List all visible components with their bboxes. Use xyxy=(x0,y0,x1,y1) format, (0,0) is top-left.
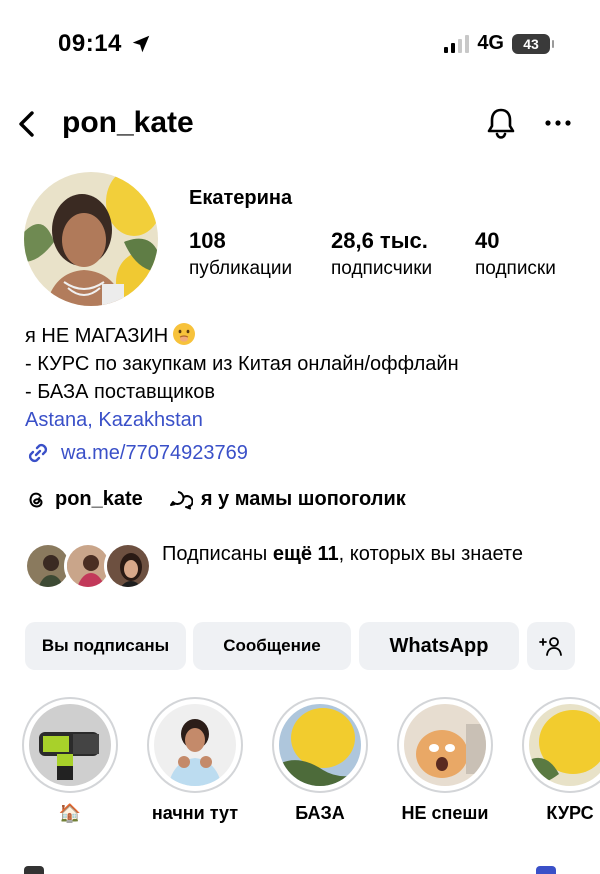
stat-following-label: подписки xyxy=(475,258,556,279)
highlight-cover xyxy=(404,704,486,786)
threads-and-channel-row: pon_kate я у мамы шопоголик xyxy=(25,488,406,511)
mutual-prefix: Подписаны xyxy=(162,543,268,565)
tab-bar-edge xyxy=(24,866,44,874)
stat-following[interactable]: 40 подписки xyxy=(475,228,556,280)
threads-handle[interactable]: pon_kate xyxy=(55,488,143,511)
header-username: pon_kate xyxy=(62,106,194,139)
highlight-dont-rush[interactable]: НЕ спеши xyxy=(397,697,493,824)
highlight-cover xyxy=(154,704,236,786)
battery-level: 43 xyxy=(523,35,539,52)
mutual-followers-text: Подписаны ещё 11, которых вы знаете xyxy=(162,540,562,568)
network-type: 4G xyxy=(477,32,504,54)
profile-link[interactable]: wa.me/77074923769 xyxy=(25,440,248,466)
status-bar: 09:14 4G 43 xyxy=(0,0,600,90)
profile-avatar[interactable] xyxy=(24,172,158,306)
shushing-face-emoji-icon xyxy=(173,323,196,345)
highlight-cover xyxy=(29,704,111,786)
channel-name[interactable]: я у мамы шопоголик xyxy=(201,488,406,511)
message-button[interactable]: Сообщение xyxy=(193,622,351,670)
stat-posts[interactable]: 108 публикации xyxy=(189,228,292,280)
highlight-label: начни тут xyxy=(151,803,239,823)
profile-display-name: Екатерина xyxy=(189,187,293,209)
highlight-start-here[interactable]: начни тут xyxy=(147,697,243,824)
highlight-ring xyxy=(147,697,243,793)
link-icon xyxy=(28,443,48,463)
profile-location[interactable]: Astana, Kazakhstan xyxy=(25,406,459,434)
profile-header: pon_kate xyxy=(0,100,600,150)
broadcast-channel-icon xyxy=(169,490,193,509)
status-time: 09:14 xyxy=(58,30,122,57)
profile-link-text: wa.me/77074923769 xyxy=(61,441,248,464)
add-person-icon xyxy=(539,637,562,656)
following-button[interactable]: Вы подписаны xyxy=(25,622,186,670)
highlight-label: КУРС xyxy=(546,803,594,823)
highlight-label: БАЗА xyxy=(295,803,345,823)
bio-line-1: я НЕ МАГАЗИН xyxy=(25,322,459,350)
mutual-count: ещё 11 xyxy=(272,543,339,565)
stat-posts-label: публикации xyxy=(189,258,293,279)
location-arrow-icon xyxy=(132,35,150,53)
back-chevron-icon[interactable] xyxy=(10,106,46,142)
highlight-label: 🏠 xyxy=(58,803,82,823)
highlight-base[interactable]: БАЗА xyxy=(272,697,368,824)
suggest-people-button[interactable] xyxy=(527,622,575,670)
bio-line-1-text: я НЕ МАГАЗИН xyxy=(25,325,169,347)
cellular-signal-icon xyxy=(444,34,470,53)
profile-bio: я НЕ МАГАЗИН - КУРС по закупкам из Китая… xyxy=(25,322,459,434)
stat-followers[interactable]: 28,6 тыс. подписчики xyxy=(331,228,432,280)
highlight-course[interactable]: КУРС xyxy=(522,697,600,824)
tab-bar-edge-accent xyxy=(536,866,556,874)
stat-following-count: 40 xyxy=(475,228,500,253)
bio-line-3: - БАЗА поставщиков xyxy=(25,381,215,403)
status-time-group: 09:14 xyxy=(58,30,152,58)
mutual-follower-avatar xyxy=(104,542,152,590)
stat-followers-label: подписчики xyxy=(331,258,433,279)
status-indicators: 4G 43 xyxy=(444,32,554,55)
more-options-icon[interactable] xyxy=(540,108,576,138)
stat-posts-count: 108 xyxy=(189,228,226,253)
bell-icon[interactable] xyxy=(482,104,520,142)
highlight-ring xyxy=(22,697,118,793)
threads-icon xyxy=(29,492,43,507)
highlight-ring xyxy=(397,697,493,793)
highlight-cover xyxy=(529,704,600,786)
highlight-home[interactable]: 🏠 xyxy=(22,697,118,824)
whatsapp-button[interactable]: WhatsApp xyxy=(359,622,519,670)
highlight-cover xyxy=(279,704,361,786)
highlight-ring xyxy=(272,697,368,793)
stat-followers-count: 28,6 тыс. xyxy=(331,228,428,253)
battery-icon: 43 xyxy=(512,33,554,54)
bio-line-2: - КУРС по закупкам из Китая онлайн/оффла… xyxy=(25,353,459,375)
mutual-suffix: , которых вы знаете xyxy=(338,543,523,565)
mutual-followers[interactable]: Подписаны ещё 11, которых вы знаете xyxy=(24,540,584,596)
highlight-label: НЕ спеши xyxy=(401,803,489,823)
highlight-ring xyxy=(522,697,600,793)
